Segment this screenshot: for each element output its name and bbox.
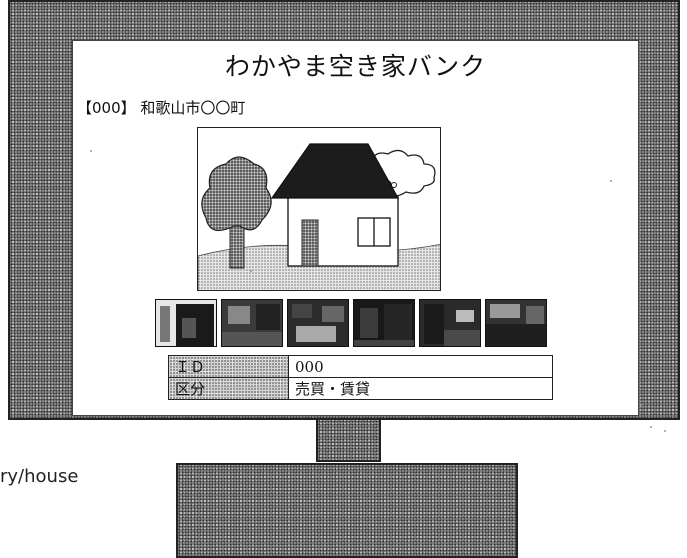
thumbnail[interactable] xyxy=(155,299,217,347)
thumbnail[interactable] xyxy=(485,299,547,347)
thumbnail[interactable] xyxy=(221,299,283,347)
thumbnail[interactable] xyxy=(353,299,415,347)
id-label: ＩＤ xyxy=(168,355,289,378)
monitor-bezel: わかやま空き家バンク 【000】 和歌山市〇〇町 ＩＤ 000 区分 売買・賃貸 xyxy=(8,0,680,420)
thumbnail[interactable] xyxy=(287,299,349,347)
side-caption: ry/house xyxy=(0,466,79,487)
table-row: ＩＤ 000 xyxy=(168,355,553,378)
category-value: 売買・賃貸 xyxy=(288,377,553,400)
monitor-screen: わかやま空き家バンク 【000】 和歌山市〇〇町 ＩＤ 000 区分 売買・賃貸 xyxy=(72,40,639,416)
monitor-base xyxy=(176,463,518,558)
listing-title[interactable]: 【000】 和歌山市〇〇町 xyxy=(77,97,245,118)
site-title: わかやま空き家バンク xyxy=(224,52,487,81)
main-photo[interactable] xyxy=(197,127,441,291)
info-table: ＩＤ 000 区分 売買・賃貸 xyxy=(168,355,553,400)
monitor-neck xyxy=(316,420,381,462)
category-label: 区分 xyxy=(168,377,289,400)
id-value: 000 xyxy=(288,355,553,378)
thumbnail[interactable] xyxy=(419,299,481,347)
table-row: 区分 売買・賃貸 xyxy=(168,377,553,400)
